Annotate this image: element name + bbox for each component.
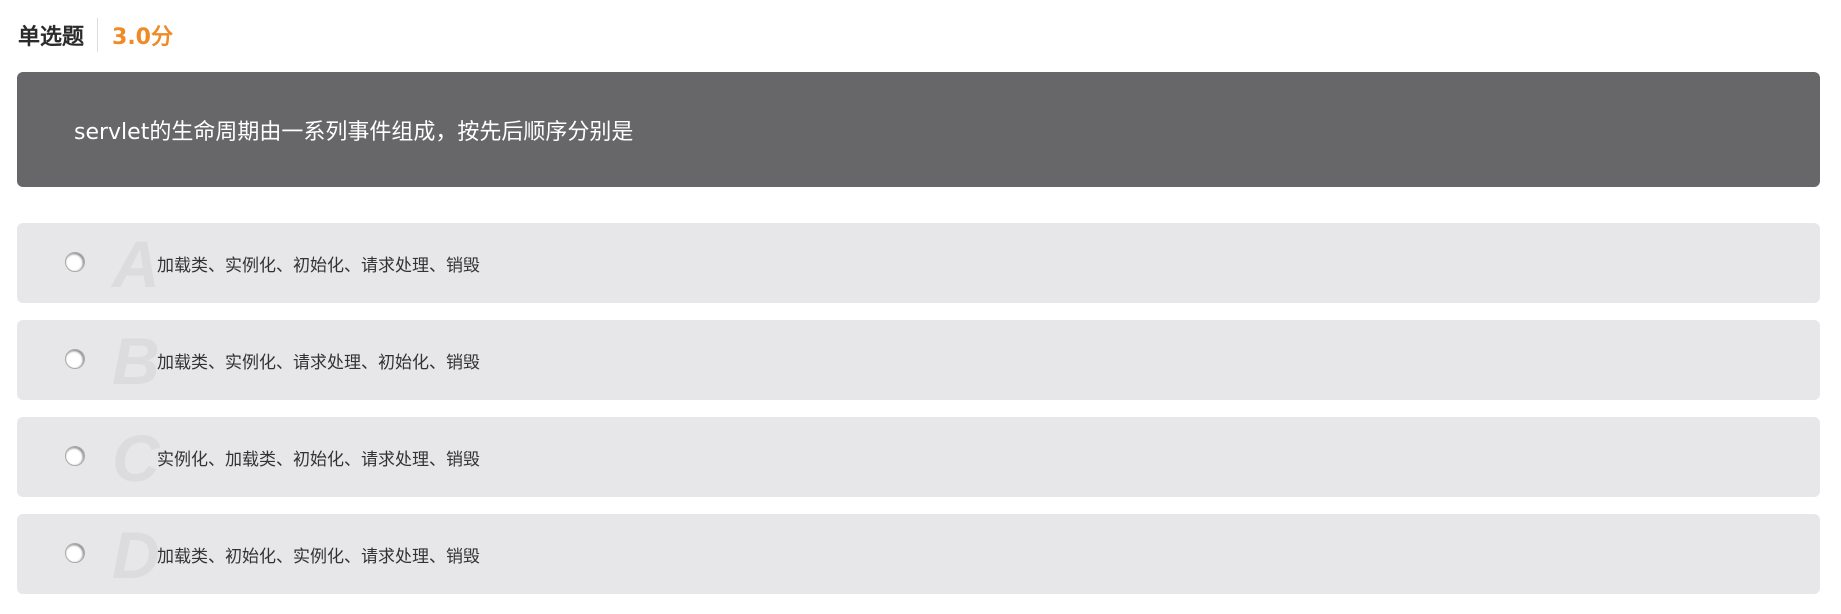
question-stem: servlet的生命周期由一系列事件组成，按先后顺序分别是 bbox=[17, 72, 1820, 187]
option-letter: A bbox=[112, 227, 160, 301]
option-b[interactable]: B 加载类、实例化、请求处理、初始化、销毁 bbox=[17, 320, 1820, 400]
option-letter: B bbox=[112, 324, 160, 398]
option-c[interactable]: C 实例化、加载类、初始化、请求处理、销毁 bbox=[17, 417, 1820, 497]
radio-button[interactable] bbox=[65, 543, 85, 563]
radio-button[interactable] bbox=[65, 446, 85, 466]
option-text: 实例化、加载类、初始化、请求处理、销毁 bbox=[157, 449, 480, 470]
option-text: 加载类、初始化、实例化、请求处理、销毁 bbox=[157, 546, 480, 567]
radio-button[interactable] bbox=[65, 349, 85, 369]
divider bbox=[97, 18, 99, 52]
option-text: 加载类、实例化、请求处理、初始化、销毁 bbox=[157, 352, 480, 373]
option-d[interactable]: D 加载类、初始化、实例化、请求处理、销毁 bbox=[17, 514, 1820, 594]
option-letter: D bbox=[112, 518, 160, 592]
question-score: 3.0分 bbox=[112, 25, 173, 50]
radio-button[interactable] bbox=[65, 252, 85, 272]
question-text: servlet的生命周期由一系列事件组成，按先后顺序分别是 bbox=[74, 119, 634, 145]
option-letter: C bbox=[112, 421, 160, 495]
question-header: 单选题 3.0分 bbox=[18, 18, 173, 52]
option-text: 加载类、实例化、初始化、请求处理、销毁 bbox=[157, 255, 480, 276]
option-a[interactable]: A 加载类、实例化、初始化、请求处理、销毁 bbox=[17, 223, 1820, 303]
question-type: 单选题 bbox=[18, 25, 85, 50]
